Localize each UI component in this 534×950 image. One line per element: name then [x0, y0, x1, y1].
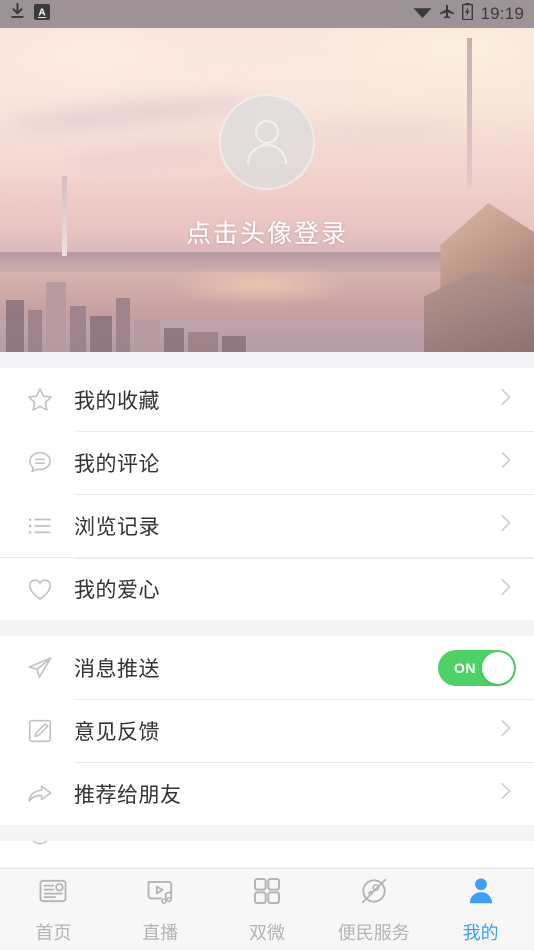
partially-visible-row[interactable]: ​ — [0, 841, 534, 867]
tab-social[interactable]: 双微 — [214, 875, 321, 945]
pencil-square-icon — [20, 717, 60, 745]
person-icon — [465, 875, 497, 912]
row-accessory — [494, 512, 516, 539]
tab-services[interactable]: 便民服务 — [320, 875, 427, 945]
list-icon — [20, 512, 60, 540]
menu-item-label: 我的收藏 — [74, 389, 160, 413]
avatar-block[interactable]: 点击头像登录 — [0, 94, 534, 250]
tab-label: 直播 — [142, 922, 179, 943]
row-accessory — [494, 386, 516, 413]
tab-mine[interactable]: 我的 — [427, 875, 534, 945]
battery-charging-icon — [462, 3, 474, 25]
status-bar: A 19:19 — [0, 0, 534, 28]
tab-label: 双微 — [248, 922, 285, 943]
chevron-right-icon — [494, 576, 516, 603]
toggle-knob — [482, 651, 514, 684]
status-bar-right: 19:19 — [413, 3, 524, 25]
menu-item-label: 浏览记录 — [74, 515, 160, 539]
airplane-mode-icon — [439, 4, 455, 25]
menu-group-settings: 消息推送 ON 意见反馈 推荐给朋友 — [0, 636, 534, 825]
menu-item-label: 我的评论 — [74, 452, 160, 476]
menu-item-label: 消息推送 — [74, 657, 160, 681]
menu-item-favorites[interactable]: 我的收藏 — [0, 368, 534, 431]
person-avatar-icon — [237, 110, 297, 175]
chevron-right-icon — [494, 780, 516, 807]
login-prompt[interactable]: 点击头像登录 — [186, 214, 348, 250]
row-accessory — [494, 576, 516, 603]
status-bar-left: A — [10, 3, 50, 25]
comment-icon — [20, 449, 60, 477]
section-gap — [0, 825, 534, 841]
avatar[interactable] — [219, 94, 315, 190]
menu-item-charity[interactable]: 我的爱心 — [0, 557, 534, 620]
tab-home[interactable]: 首页 — [0, 875, 107, 945]
input-method-badge-icon: A — [34, 3, 50, 25]
download-icon — [10, 3, 25, 25]
partially-visible-row-content: ​ — [0, 841, 534, 864]
share-arrow-icon — [20, 780, 60, 808]
left-skyline — [0, 276, 250, 352]
row-accessory: ON — [438, 649, 516, 686]
star-icon — [20, 386, 60, 414]
toggle-state-label: ON — [454, 659, 476, 676]
row-accessory — [494, 449, 516, 476]
grid-icon — [251, 875, 283, 912]
menu-item-recommend[interactable]: 推荐给朋友 — [0, 762, 534, 825]
planet-icon — [358, 875, 390, 912]
placeholder-icon — [20, 841, 60, 847]
svg-text:A: A — [38, 7, 45, 18]
tab-label: 便民服务 — [337, 922, 410, 943]
paper-plane-icon — [20, 654, 60, 682]
menu-item-label: 我的爱心 — [74, 579, 160, 602]
section-gap — [0, 352, 534, 368]
heart-icon — [20, 575, 60, 603]
app-screen: A 19:19 点击头像登录 我的收藏 我的评论 浏览记录 我的爱心 消息推送 … — [0, 0, 534, 950]
newspaper-icon — [37, 875, 69, 912]
video-music-icon — [144, 875, 176, 912]
menu-item-label: 意见反馈 — [74, 720, 160, 744]
chevron-right-icon — [494, 386, 516, 413]
menu-item-history[interactable]: 浏览记录 — [0, 494, 534, 557]
menu-item-feedback[interactable]: 意见反馈 — [0, 699, 534, 762]
menu-item-label: 推荐给朋友 — [74, 783, 182, 807]
wifi-icon — [413, 5, 432, 24]
tab-label: 首页 — [35, 922, 72, 943]
menu-item-comments[interactable]: 我的评论 — [0, 431, 534, 494]
row-accessory — [494, 717, 516, 744]
status-bar-clock: 19:19 — [480, 4, 524, 23]
tab-label: 我的 — [462, 922, 499, 943]
bottom-tab-bar: 首页 直播 双微 便民服务 我的 — [0, 868, 534, 950]
chevron-right-icon — [494, 449, 516, 476]
chevron-right-icon — [494, 512, 516, 539]
row-accessory — [494, 780, 516, 807]
push-toggle[interactable]: ON — [438, 649, 516, 686]
chevron-right-icon — [494, 717, 516, 744]
section-gap — [0, 620, 534, 636]
menu-group-activity: 我的收藏 我的评论 浏览记录 我的爱心 — [0, 368, 534, 620]
menu-item-push-notifications[interactable]: 消息推送 ON — [0, 636, 534, 699]
profile-header[interactable]: 点击头像登录 — [0, 28, 534, 352]
tab-live[interactable]: 直播 — [107, 875, 214, 945]
